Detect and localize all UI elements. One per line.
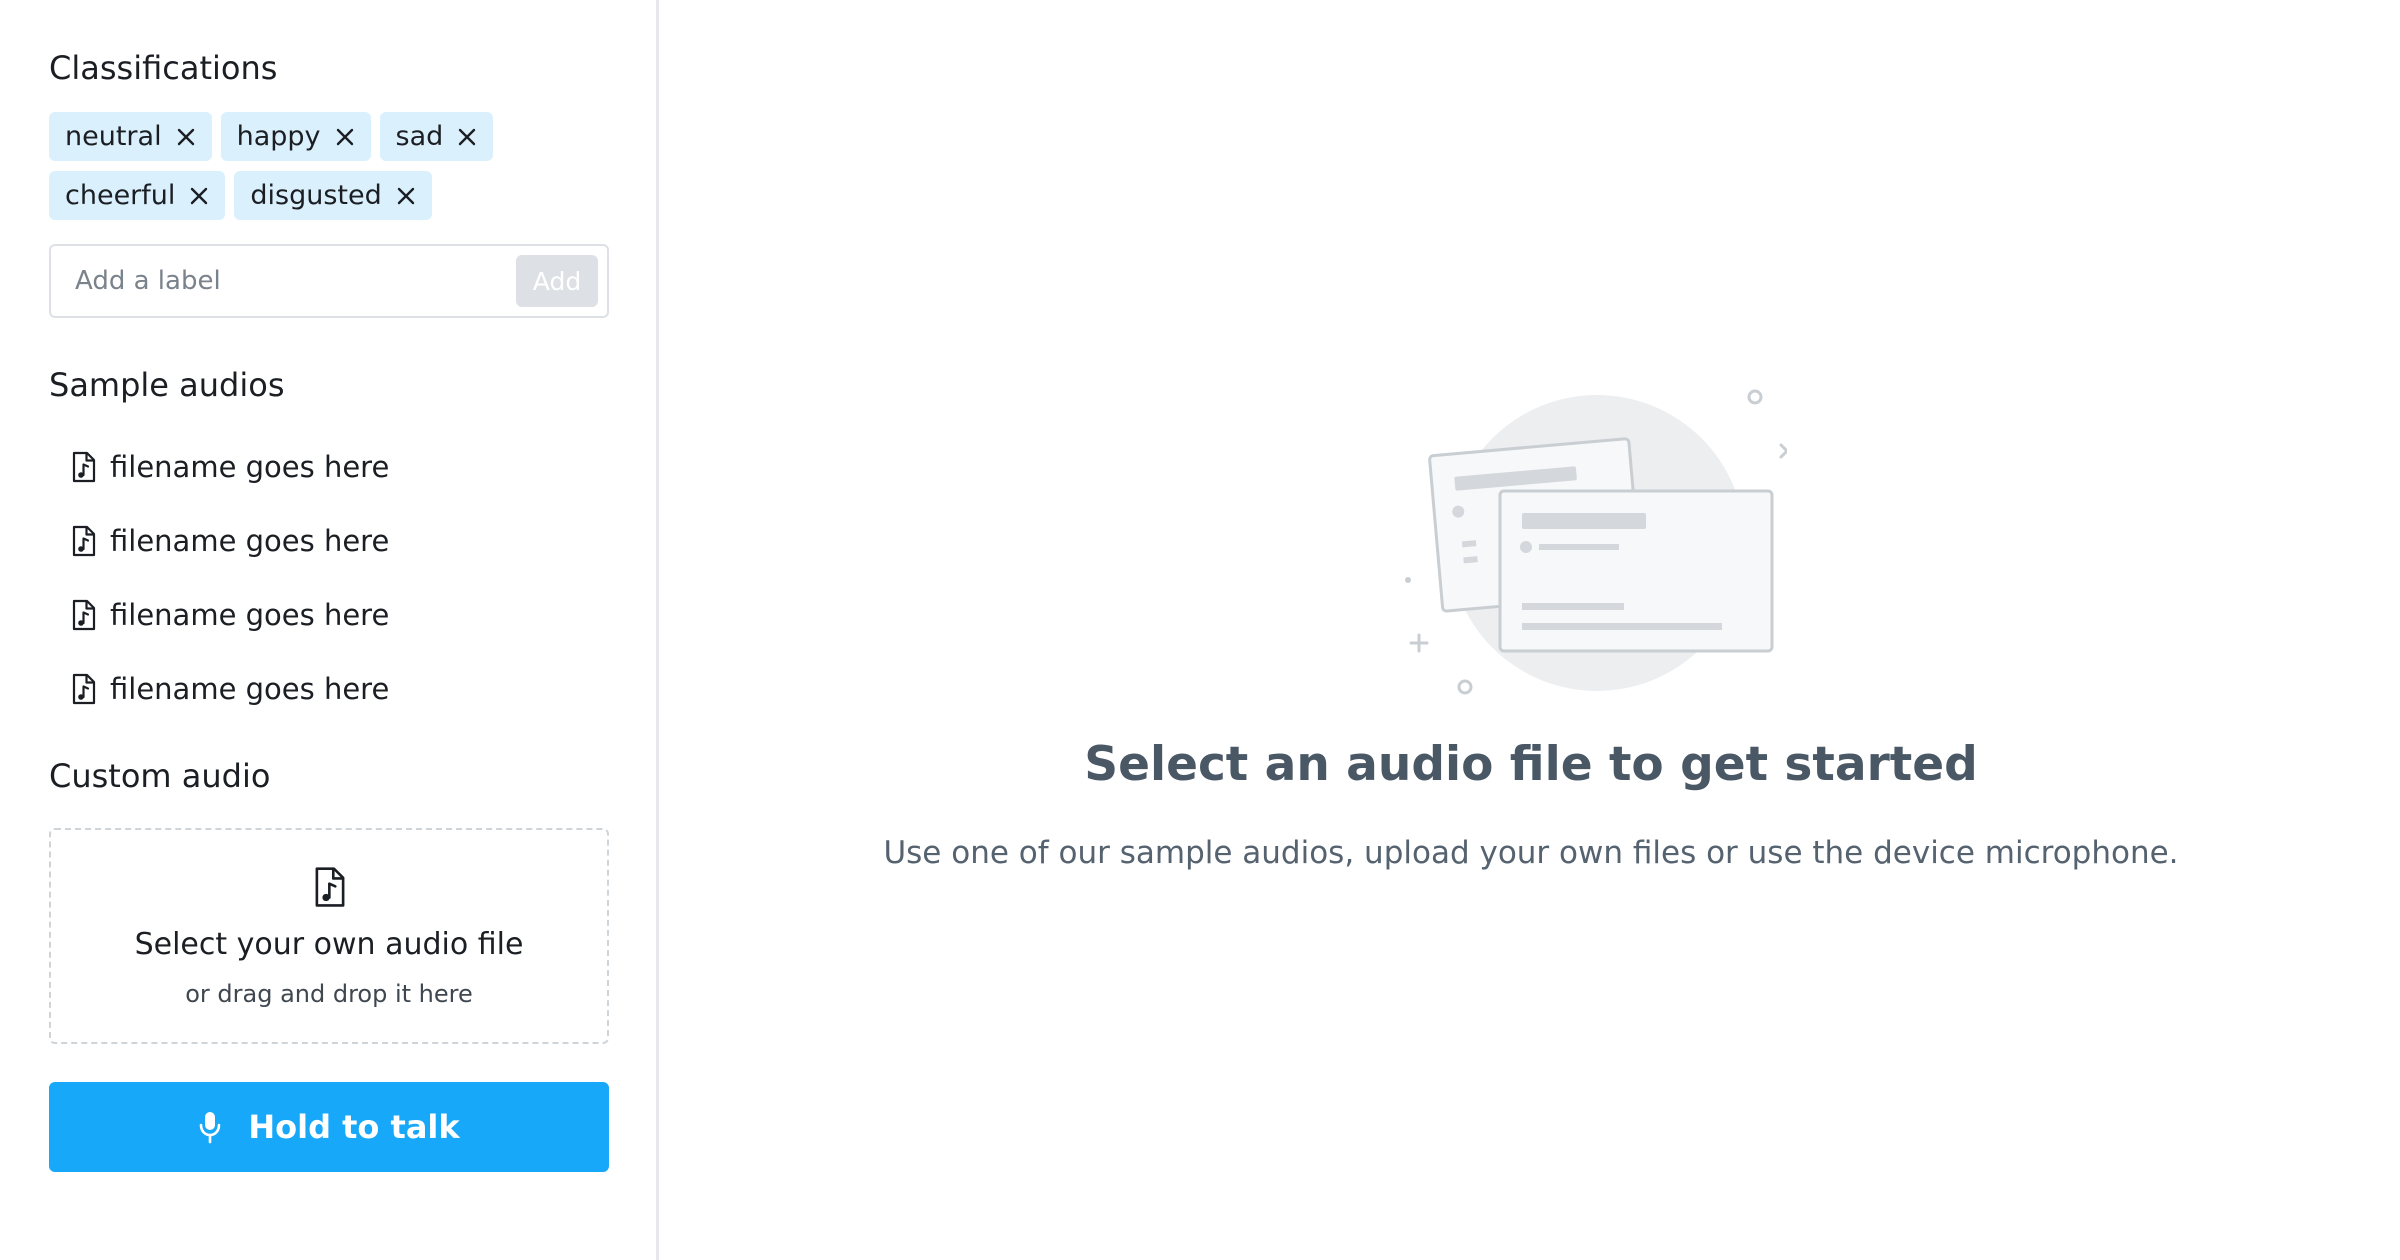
custom-audio-title: Custom audio xyxy=(49,757,271,795)
label-chip-text: cheerful xyxy=(65,180,176,211)
sample-audio-filename: filename goes here xyxy=(110,598,390,632)
add-label-button[interactable]: Add xyxy=(516,255,598,307)
sample-audios-title: Sample audios xyxy=(49,366,285,404)
close-icon[interactable] xyxy=(396,186,416,206)
label-chip: neutral xyxy=(49,112,212,161)
label-chip: happy xyxy=(220,112,371,161)
app: Classifications neutral happy sad cheerf… xyxy=(0,0,2400,1260)
label-chip-text: happy xyxy=(236,121,321,152)
main-panel: Select an audio file to get started Use … xyxy=(662,0,2400,1260)
sample-audio-list: filename goes here filename goes here fi… xyxy=(72,430,389,726)
dropzone-subtitle: or drag and drop it here xyxy=(185,980,473,1008)
empty-state-illustration xyxy=(1405,389,1787,695)
add-label-form: Add xyxy=(49,244,609,318)
classifications-title: Classifications xyxy=(49,49,278,87)
sample-audio-filename: filename goes here xyxy=(110,524,390,558)
label-chip: disgusted xyxy=(234,171,432,220)
audio-file-icon xyxy=(72,525,96,557)
sample-audio-item[interactable]: filename goes here xyxy=(72,578,389,652)
label-chip-text: neutral xyxy=(65,121,162,152)
hold-to-talk-label: Hold to talk xyxy=(248,1108,460,1146)
label-chip-text: sad xyxy=(395,121,444,152)
sample-audio-item[interactable]: filename goes here xyxy=(72,504,389,578)
audio-file-icon xyxy=(72,451,96,483)
sample-audio-item[interactable]: filename goes here xyxy=(72,430,389,504)
add-label-input[interactable] xyxy=(51,246,516,316)
dropzone-title: Select your own audio file xyxy=(134,927,524,962)
sample-audio-filename: filename goes here xyxy=(110,450,390,484)
label-chips: neutral happy sad cheerful disgusted xyxy=(49,112,609,230)
sample-audio-item[interactable]: filename goes here xyxy=(72,652,389,726)
sidebar: Classifications neutral happy sad cheerf… xyxy=(0,0,659,1260)
microphone-icon xyxy=(200,1112,221,1144)
audio-file-icon xyxy=(315,867,345,907)
close-icon[interactable] xyxy=(189,186,209,206)
audio-dropzone[interactable]: Select your own audio file or drag and d… xyxy=(49,828,609,1044)
hold-to-talk-button[interactable]: Hold to talk xyxy=(49,1082,609,1172)
empty-state-subtitle: Use one of our sample audios, upload you… xyxy=(883,835,2179,871)
sample-audio-filename: filename goes here xyxy=(110,672,390,706)
close-icon[interactable] xyxy=(457,127,477,147)
close-icon[interactable] xyxy=(335,127,355,147)
empty-state-title: Select an audio file to get started xyxy=(1084,737,1978,792)
label-chip-text: disgusted xyxy=(250,180,382,211)
label-chip: sad xyxy=(379,112,494,161)
audio-file-icon xyxy=(72,673,96,705)
close-icon[interactable] xyxy=(176,127,196,147)
audio-file-icon xyxy=(72,599,96,631)
label-chip: cheerful xyxy=(49,171,226,220)
